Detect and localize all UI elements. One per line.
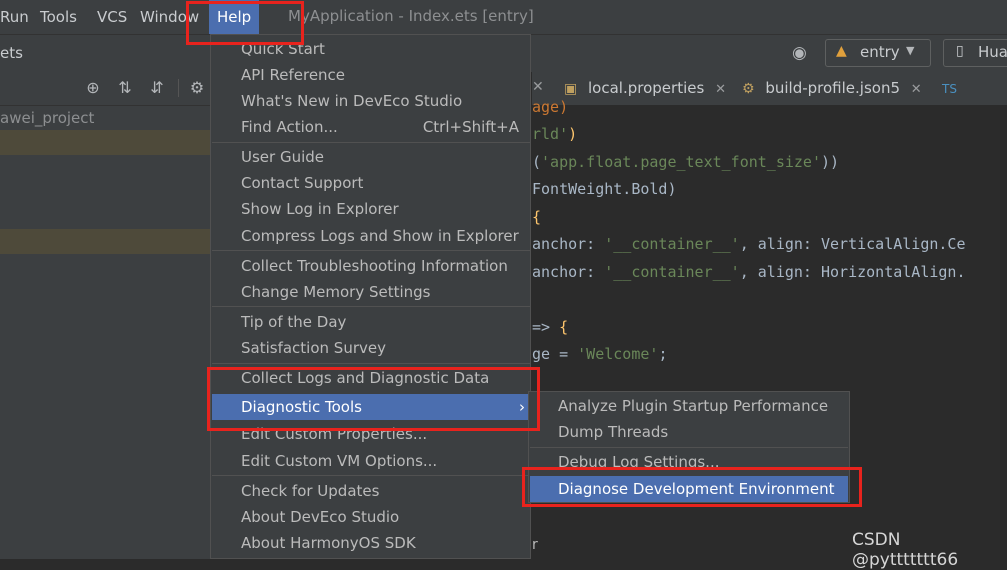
project-toolbar: ⊕ ⇅ ⇵ ⚙ (0, 71, 210, 106)
tab-label: build-profile.json5 (765, 79, 900, 97)
menu-separator (212, 142, 531, 143)
menu-help[interactable]: Help (209, 0, 260, 34)
menu-item-compress-logs[interactable]: Compress Logs and Show in Explorer (212, 223, 531, 249)
menu-bar: Run Tools VCS Window Help MyApplication … (0, 0, 1007, 34)
shortcut-label: Ctrl+Shift+A (422, 118, 519, 136)
code-line: age) (532, 98, 569, 116)
device-label: Hua (978, 43, 1007, 61)
menu-item-about-deveco[interactable]: About DevEco Studio (212, 504, 531, 530)
code-line: { (532, 208, 542, 226)
menu-item-show-log[interactable]: Show Log in Explorer (212, 196, 531, 222)
json-icon: ⚙ (742, 81, 755, 97)
menu-window[interactable]: Window (140, 8, 199, 26)
submenu-item-debug-log-settings[interactable]: Debug Log Settings... (530, 449, 848, 475)
status-text-fragment: r (532, 537, 538, 553)
highlighted-tree-row[interactable] (0, 229, 210, 254)
help-menu: Quick Start API Reference What's New in … (210, 34, 531, 559)
code-line: => { (532, 318, 569, 336)
menu-item-find-action[interactable]: Find Action... Ctrl+Shift+A (212, 114, 531, 140)
run-config-selector[interactable]: ▲ entry ▼ (825, 39, 931, 67)
code-line: ('app.float.page_text_font_size')) (532, 153, 840, 171)
menu-item-quick-start[interactable]: Quick Start (212, 36, 531, 62)
window-title: MyApplication - Index.ets [entry] (288, 7, 534, 25)
code-line: rld') (532, 125, 578, 143)
menu-vcs[interactable]: VCS (97, 8, 127, 26)
menu-item-diagnostic-tools[interactable]: Diagnostic Tools › (212, 394, 531, 420)
target-icon[interactable]: ◉ (792, 43, 807, 63)
menu-item-collect-troubleshooting[interactable]: Collect Troubleshooting Information (212, 253, 531, 279)
chevron-down-icon: ▼ (906, 44, 915, 57)
menu-item-user-guide[interactable]: User Guide (212, 144, 531, 170)
menu-item-about-harmonyos-sdk[interactable]: About HarmonyOS SDK (212, 530, 531, 556)
tab-label: local.properties (588, 79, 705, 97)
menu-item-satisfaction-survey[interactable]: Satisfaction Survey (212, 335, 531, 361)
close-icon[interactable]: ✕ (715, 82, 726, 97)
menu-separator (530, 447, 848, 448)
code-line: ge = 'Welcome'; (532, 345, 668, 363)
project-root-label[interactable]: awei_project (0, 109, 94, 127)
menu-item-change-memory[interactable]: Change Memory Settings (212, 279, 531, 305)
menu-item-whats-new[interactable]: What's New in DevEco Studio (212, 88, 531, 114)
menu-item-tip-of-the-day[interactable]: Tip of the Day (212, 309, 531, 335)
module-icon: ▲ (836, 43, 847, 59)
tab-build-profile[interactable]: ⚙ build-profile.json5 ✕ (742, 71, 922, 105)
highlighted-tree-row[interactable] (0, 130, 210, 155)
menu-tools[interactable]: Tools (40, 8, 77, 26)
toolbar-divider (178, 79, 179, 97)
menu-item-check-updates[interactable]: Check for Updates (212, 478, 531, 504)
expand-all-icon[interactable]: ⇅ (116, 79, 134, 97)
editor-tab-bar: ✕ ▣ local.properties ✕ ⚙ build-profile.j… (532, 71, 1007, 132)
menu-item-api-reference[interactable]: API Reference (212, 62, 531, 88)
chevron-right-icon: › (519, 398, 525, 416)
file-icon: ▣ (564, 81, 578, 97)
close-icon[interactable]: ✕ (911, 82, 922, 97)
menu-separator (212, 475, 531, 476)
code-line: FontWeight.Bold) (532, 180, 677, 198)
close-icon[interactable]: ✕ (532, 79, 544, 95)
menu-item-contact-support[interactable]: Contact Support (212, 170, 531, 196)
submenu-item-analyze-plugin-startup[interactable]: Analyze Plugin Startup Performance (530, 393, 848, 419)
menu-run[interactable]: Run (0, 8, 29, 26)
diagnostic-tools-submenu: Analyze Plugin Startup Performance Dump … (528, 391, 850, 503)
run-config-label: entry (860, 43, 900, 61)
menu-item-edit-custom-vm-options[interactable]: Edit Custom VM Options... (212, 448, 531, 474)
gear-icon[interactable]: ⚙ (188, 79, 206, 97)
tab-hvigorfile[interactable]: TS hvigo (942, 71, 1007, 132)
ts-icon: TS (942, 82, 957, 96)
menu-separator (212, 363, 531, 364)
watermark: CSDN @pyttttttt66 (852, 530, 959, 570)
submenu-item-diagnose-environment[interactable]: Diagnose Development Environment (530, 476, 848, 502)
phone-icon: ▯ (956, 43, 964, 59)
code-line: anchor: '__container__', align: Vertical… (532, 235, 966, 253)
menu-item-collect-logs[interactable]: Collect Logs and Diagnostic Data (212, 365, 531, 391)
menu-separator (212, 250, 531, 251)
breadcrumb-file[interactable]: ets (0, 44, 23, 62)
tab-local-properties[interactable]: ▣ local.properties ✕ (564, 71, 726, 105)
submenu-item-dump-threads[interactable]: Dump Threads (530, 419, 848, 445)
menu-separator (212, 306, 531, 307)
device-selector[interactable]: ▯ Hua (943, 39, 1007, 67)
collapse-all-icon[interactable]: ⇵ (148, 79, 166, 97)
code-line: anchor: '__container__', align: Horizont… (532, 263, 966, 281)
locate-icon[interactable]: ⊕ (84, 79, 102, 97)
menu-item-edit-custom-properties[interactable]: Edit Custom Properties... (212, 421, 531, 447)
